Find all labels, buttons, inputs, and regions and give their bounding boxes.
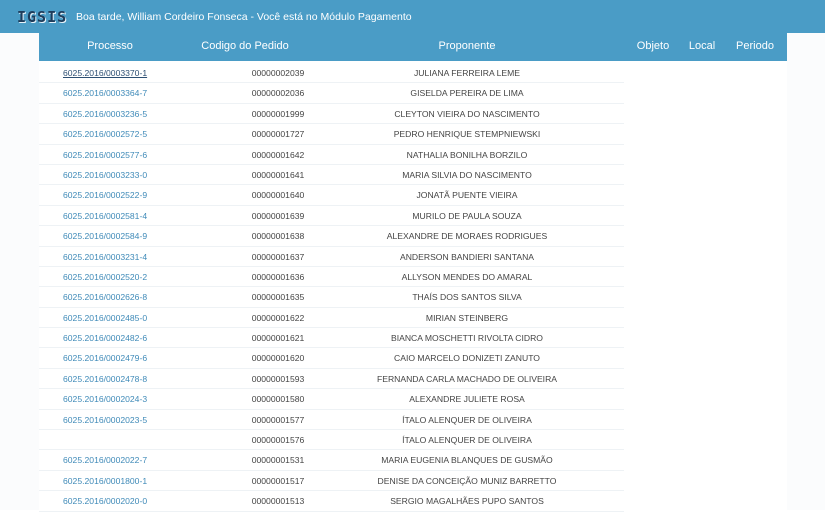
processo-link[interactable]: 6025.2016/0003370-1 xyxy=(63,68,147,78)
table-row[interactable]: 6025.2016/0002022-7 00000001531 MARIA EUGE… xyxy=(39,450,624,471)
processo-link[interactable]: 6025.2016/0002522-9 xyxy=(63,190,147,200)
column-header-pedido[interactable]: Codigo do Pedido xyxy=(201,40,288,52)
proponente-name: THAÍS DOS SANTOS SILVA xyxy=(412,292,522,303)
table-row[interactable]: 6025.2016/0002020-0 00000001513 SERGIO MAG… xyxy=(39,491,624,512)
processo-link[interactable]: 6025.2016/0002584-9 xyxy=(63,231,147,241)
processo-link[interactable]: 6025.2016/0002485-0 xyxy=(63,313,147,323)
table-row[interactable]: 6025.2016/0002522-9 00000001640 JONATÃ PUE… xyxy=(39,185,624,206)
processo-link[interactable]: 6025.2016/0002024-3 xyxy=(63,394,147,404)
processo-link[interactable]: 6025.2016/0002478-8 xyxy=(63,374,147,384)
table-body: 6025.2016/0003370-1 00000002039 JULIANA FE… xyxy=(39,63,624,512)
proponente-name: DENISE DA CONCEIÇÃO MUNIZ BARRETTO xyxy=(377,475,557,486)
proponente-name: ÍTALO ALENQUER DE OLIVEIRA xyxy=(402,435,532,446)
table-row[interactable]: 6025.2016/0002485-0 00000001622 MIRIAN STE… xyxy=(39,308,624,329)
proponente-name: CLEYTON VIEIRA DO NASCIMENTO xyxy=(394,108,540,119)
proponente-name: MARIA EUGENIA BLANQUES DE GUSMÃO xyxy=(381,455,553,466)
column-header-processo[interactable]: Processo xyxy=(87,40,133,52)
column-header-objeto[interactable]: Objeto xyxy=(637,40,669,52)
greeting-text: Boa tarde, William Cordeiro Fonseca - Vo… xyxy=(76,11,412,23)
table-row[interactable]: 6025.2016/0002024-3 00000001580 ALEXANDRE … xyxy=(39,389,624,410)
column-header-local[interactable]: Local xyxy=(689,40,715,52)
proponente-name: JULIANA FERREIRA LEME xyxy=(413,68,521,78)
pedido-code: 00000001999 xyxy=(251,108,305,119)
pedido-code: 00000001513 xyxy=(251,496,305,507)
proponente-name: FERNANDA CARLA MACHADO DE OLIVEIRA xyxy=(376,373,558,384)
table-row[interactable]: 6025.2016/0003233-0 00000001641 MARIA SILV… xyxy=(39,165,624,186)
processo-link[interactable]: 6025.2016/0002626-8 xyxy=(63,292,147,302)
pedido-code: 00000001642 xyxy=(251,149,305,160)
processo-link[interactable]: 6025.2016/0002479-6 xyxy=(63,353,147,363)
table-row[interactable]: 6025.2016/0002479-6 00000001620 CAIO MARCE… xyxy=(39,348,624,369)
pedido-code: 00000001580 xyxy=(251,394,305,405)
table-row[interactable]: 6025.2016/0002626-8 00000001635 THAÍS DOS … xyxy=(39,287,624,308)
pedido-code: 00000001621 xyxy=(251,333,305,344)
processo-link[interactable]: 6025.2016/0003364-7 xyxy=(63,88,147,98)
pedido-code: 00000002039 xyxy=(251,68,305,78)
processo-link[interactable]: 6025.2016/0002482-6 xyxy=(63,333,147,343)
table-row[interactable]: 00000001576 ÍTALO ALENQUER DE OLIVEIRA xyxy=(39,430,624,451)
proponente-name: MIRIAN STEINBERG xyxy=(425,312,509,323)
processo-link[interactable]: 6025.2016/0003231-4 xyxy=(63,252,147,262)
proponente-name: ANDERSON BANDIERI SANTANA xyxy=(399,251,535,262)
proponente-name: SERGIO MAGALHÃES PUPO SANTOS xyxy=(390,496,544,507)
table-row[interactable]: 6025.2016/0003236-5 00000001999 CLEYTON VI… xyxy=(39,104,624,125)
pedido-code: 00000001641 xyxy=(251,169,305,180)
pedido-code: 00000001620 xyxy=(251,353,305,364)
table-row[interactable]: 6025.2016/0002478-8 00000001593 FERNANDA C… xyxy=(39,369,624,390)
pedido-code: 00000001531 xyxy=(251,455,305,466)
proponente-name: CAIO MARCELO DONIZETI ZANUTO xyxy=(394,353,540,364)
table-row[interactable]: 6025.2016/0001800-1 00000001517 DENISE DA … xyxy=(39,471,624,492)
processo-link[interactable]: 6025.2016/0002022-7 xyxy=(63,455,147,465)
proponente-name: ALEXANDRE JULIETE ROSA xyxy=(409,394,525,405)
pedido-code: 00000001635 xyxy=(251,292,305,303)
pedido-code: 00000001640 xyxy=(251,190,305,201)
pedido-code: 00000001637 xyxy=(251,251,305,262)
proponente-name: MURILO DE PAULA SOUZA xyxy=(412,210,522,221)
pedido-code: 00000001517 xyxy=(251,475,305,486)
pedido-code: 00000001593 xyxy=(251,373,305,384)
pedido-code: 00000001577 xyxy=(251,414,305,425)
processo-link[interactable]: 6025.2016/0002581-4 xyxy=(63,211,147,221)
table-row[interactable]: 6025.2016/0002584-9 00000001638 ALEXANDRE … xyxy=(39,226,624,247)
proponente-name: ALLYSON MENDES DO AMARAL xyxy=(401,271,533,282)
top-navbar: IGSIS Boa tarde, William Cordeiro Fonsec… xyxy=(0,0,825,33)
column-header-periodo[interactable]: Periodo xyxy=(736,40,774,52)
processo-link[interactable]: 6025.2016/0002572-5 xyxy=(63,129,147,139)
processo-link[interactable]: 6025.2016/0002520-2 xyxy=(63,272,147,282)
table-row[interactable]: 6025.2016/0002572-5 00000001727 PEDRO HENR… xyxy=(39,124,624,145)
processo-link[interactable]: 6025.2016/0003233-0 xyxy=(63,170,147,180)
processo-link[interactable]: 6025.2016/0002577-6 xyxy=(63,150,147,160)
table-row[interactable]: 6025.2016/0003231-4 00000001637 ANDERSON B… xyxy=(39,247,624,267)
table-row[interactable]: 6025.2016/0002577-6 00000001642 NATHALIA B… xyxy=(39,145,624,165)
proponente-name: MARIA SILVIA DO NASCIMENTO xyxy=(402,169,532,180)
pedido-code: 00000001622 xyxy=(251,312,305,323)
pedido-code: 00000001639 xyxy=(251,210,305,221)
table-row[interactable]: 6025.2016/0002581-4 00000001639 MURILO DE … xyxy=(39,206,624,227)
proponente-name: GISELDA PEREIRA DE LIMA xyxy=(410,88,524,99)
pedido-code: 00000001727 xyxy=(251,129,305,140)
table-header: Processo Codigo do Pedido Proponente Obj… xyxy=(39,33,787,61)
table-row[interactable]: 6025.2016/0003364-7 00000002036 GISELDA PE… xyxy=(39,83,624,104)
pedido-code: 00000001636 xyxy=(251,271,305,282)
column-header-proponente[interactable]: Proponente xyxy=(439,40,496,52)
processo-link[interactable]: 6025.2016/0003236-5 xyxy=(63,109,147,119)
processo-link[interactable]: 6025.2016/0002020-0 xyxy=(63,496,147,506)
proponente-name: JONATÃ PUENTE VIEIRA xyxy=(416,190,518,201)
table-row[interactable]: 6025.2016/0002520-2 00000001636 ALLYSON ME… xyxy=(39,267,624,288)
pedido-code: 00000001638 xyxy=(251,231,305,242)
proponente-name: ÍTALO ALENQUER DE OLIVEIRA xyxy=(402,414,532,425)
app-logo[interactable]: IGSIS xyxy=(17,8,67,26)
proponente-name: ALEXANDRE DE MORAES RODRIGUES xyxy=(386,231,548,242)
proponente-name: NATHALIA BONILHA BORZILO xyxy=(406,149,528,160)
processo-link[interactable]: 6025.2016/0002023-5 xyxy=(63,415,147,425)
table-row[interactable]: 6025.2016/0003370-1 00000002039 JULIANA FE… xyxy=(39,63,624,84)
processo-link[interactable]: 6025.2016/0001800-1 xyxy=(63,476,147,486)
pedido-code: 00000001576 xyxy=(251,435,305,446)
pedido-code: 00000002036 xyxy=(251,88,305,99)
table-row[interactable]: 6025.2016/0002482-6 00000001621 BIANCA MOS… xyxy=(39,328,624,349)
proponente-name: BIANCA MOSCHETTI RIVOLTA CIDRO xyxy=(390,333,544,344)
table-row[interactable]: 6025.2016/0002023-5 00000001577 ÍTALO ALEN… xyxy=(39,410,624,431)
proponente-name: PEDRO HENRIQUE STEMPNIEWSKI xyxy=(393,129,541,140)
